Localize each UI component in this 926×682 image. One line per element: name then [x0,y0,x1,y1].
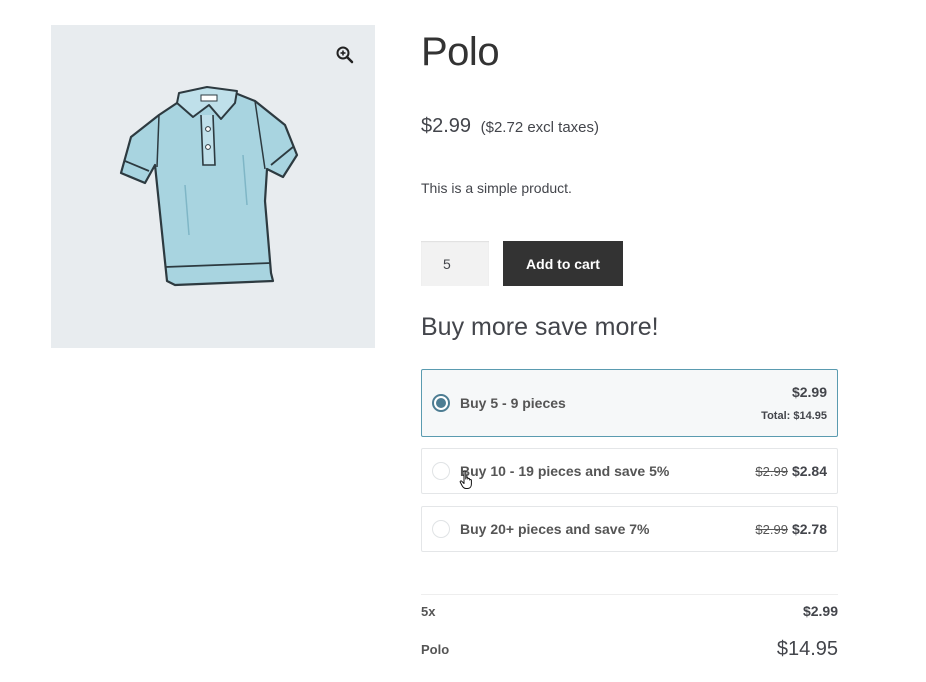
tier-label: Buy 20+ pieces and save 7% [460,521,650,537]
product-price: $2.99 ($2.72 excl taxes) [421,115,599,138]
tier-option-10-19[interactable]: Buy 10 - 19 pieces and save 5% $2.99 $2.8… [421,448,838,494]
product-description: This is a simple product. [421,180,572,196]
polo-shirt-image[interactable] [115,85,311,291]
tier-price: $2.78 [791,521,827,537]
tier-price-group: $2.99 $2.84 [755,463,827,479]
bulk-discount-heading: Buy more save more! [421,313,659,341]
price-amount: $2.99 [421,115,472,137]
tier-label: Buy 10 - 19 pieces and save 5% [460,463,670,479]
quantity-input[interactable] [421,241,489,286]
product-title: Polo [421,30,500,74]
tier-radio[interactable] [432,520,450,538]
tier-price-group: $2.99 $2.78 [755,521,827,537]
tier-price: $2.84 [791,463,827,479]
product-gallery [51,25,375,348]
summary-unit-price: $2.99 [802,603,838,619]
price-excl-taxes: ($2.72 excl taxes) [480,119,600,136]
tier-option-20-plus[interactable]: Buy 20+ pieces and save 7% $2.99 $2.78 [421,506,838,552]
tier-old-price: $2.99 [755,464,788,479]
tier-old-price: $2.99 [755,522,788,537]
tier-radio[interactable] [432,462,450,480]
summary-qty-label: 5x [421,604,436,619]
tier-option-5-9[interactable]: Buy 5 - 9 pieces $2.99 Total: $14.95 [421,369,838,437]
summary-divider [421,594,838,595]
summary-total: $14.95 [776,638,838,660]
add-to-cart-button[interactable]: Add to cart [503,241,623,286]
zoom-in-icon[interactable] [335,45,355,65]
tier-label: Buy 5 - 9 pieces [460,395,566,411]
tier-total: Total: $14.95 [761,410,827,422]
tier-price: $2.99 [791,384,827,400]
product-page: Polo $2.99 ($2.72 excl taxes) This is a … [0,0,926,682]
tier-radio-selected[interactable] [432,394,450,412]
summary-product-label: Polo [421,642,450,657]
